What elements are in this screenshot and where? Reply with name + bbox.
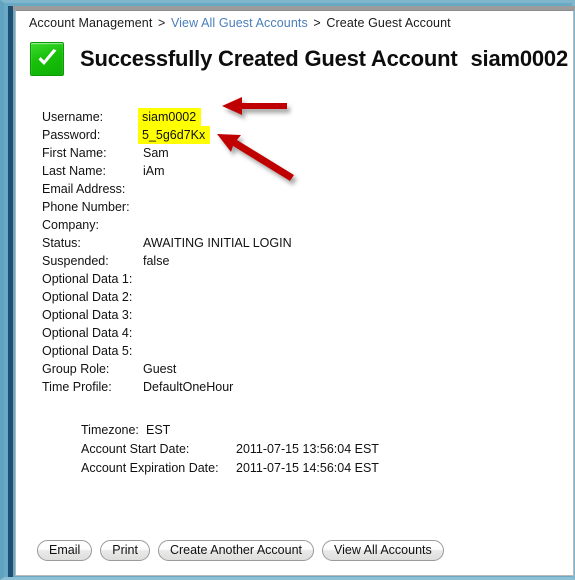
detail-row-optional-data-4: Optional Data 4: [42, 324, 292, 342]
page-title-account-name: siam0002 [470, 46, 569, 71]
detail-value-optional-data-2 [142, 288, 143, 306]
detail-label: Username: [42, 110, 104, 124]
detail-label: Optional Data 3: [42, 308, 133, 322]
green-check-success-icon [30, 42, 64, 76]
detail-label: Optional Data 4: [42, 326, 133, 340]
detail-row-first-name: First Name: Sam [42, 144, 292, 162]
detail-label: Optional Data 5: [42, 344, 133, 358]
detail-value-time-profile: DefaultOneHour [143, 380, 234, 394]
detail-value-first-name: Sam [143, 146, 169, 160]
detail-value-suspended: false [143, 254, 170, 268]
detail-label: Last Name: [42, 164, 106, 178]
detail-row-username: Username: siam0002 [42, 108, 292, 126]
detail-value-group-role: Guest [143, 362, 177, 376]
browser-window-frame: Account Management > View All Guest Acco… [0, 0, 575, 580]
schedule-label: Account Start Date: [81, 442, 190, 456]
detail-label: Email Address: [42, 182, 126, 196]
detail-row-suspended: Suspended: false [42, 252, 292, 270]
page-title-text: Successfully Created Guest Account [80, 46, 458, 71]
detail-row-optional-data-3: Optional Data 3: [42, 306, 292, 324]
detail-row-status: Status: AWAITING INITIAL LOGIN [42, 234, 292, 252]
detail-label: Status: [42, 236, 81, 250]
detail-value-username: siam0002 [138, 108, 202, 126]
detail-value-password: 5_5g6d7Kx [138, 126, 211, 144]
detail-row-password: Password: 5_5g6d7Kx [42, 126, 292, 144]
detail-label: Optional Data 1: [42, 272, 133, 286]
schedule-row-account-expiration-date: Account Expiration Date: 2011-07-15 14:5… [81, 459, 379, 478]
page-header: Successfully Created Guest Account siam00… [30, 42, 568, 76]
detail-label: First Name: [42, 146, 107, 160]
view-all-accounts-button[interactable]: View All Accounts [322, 540, 444, 561]
schedule-row-timezone: Timezone: EST [81, 421, 379, 440]
account-details-list: Username: siam0002 Password: 5_5g6d7Kx F… [42, 108, 292, 396]
detail-value-optional-data-4 [142, 324, 143, 342]
schedule-value-account-expiration-date: 2011-07-15 14:56:04 EST [236, 461, 379, 475]
detail-value-optional-data-3 [142, 306, 143, 324]
detail-row-optional-data-2: Optional Data 2: [42, 288, 292, 306]
detail-row-last-name: Last Name: iAm [42, 162, 292, 180]
create-another-account-button[interactable]: Create Another Account [157, 540, 314, 561]
detail-label: Phone Number: [42, 200, 130, 214]
detail-label: Password: [42, 128, 101, 142]
detail-value-status: AWAITING INITIAL LOGIN [143, 236, 292, 250]
action-button-bar: Email Print Create Another Account View … [37, 540, 444, 561]
detail-row-company: Company: [42, 216, 292, 234]
breadcrumb-item-account-management: Account Management [29, 16, 153, 30]
detail-value-email-address [142, 180, 143, 198]
schedule-label: Account Expiration Date: [81, 461, 219, 475]
schedule-row-account-start-date: Account Start Date: 2011-07-15 13:56:04 … [81, 440, 379, 459]
print-button[interactable]: Print [100, 540, 150, 561]
breadcrumb-item-create-guest-account: Create Guest Account [326, 16, 451, 30]
detail-label: Optional Data 2: [42, 290, 133, 304]
detail-row-time-profile: Time Profile: DefaultOneHour [42, 378, 292, 396]
breadcrumb-link-view-all-guest-accounts[interactable]: View All Guest Accounts [171, 16, 308, 30]
detail-row-optional-data-5: Optional Data 5: [42, 342, 292, 360]
schedule-label: Timezone: [81, 423, 139, 437]
detail-value-last-name: iAm [143, 164, 165, 178]
schedule-value-timezone: EST [146, 423, 171, 437]
detail-row-phone-number: Phone Number: [42, 198, 292, 216]
detail-label: Company: [42, 218, 99, 232]
detail-value-optional-data-1 [142, 270, 143, 288]
detail-label: Suspended: [42, 254, 109, 268]
detail-row-optional-data-1: Optional Data 1: [42, 270, 292, 288]
page-title: Successfully Created Guest Account siam00… [80, 46, 568, 72]
schedule-value-account-start-date: 2011-07-15 13:56:04 EST [236, 442, 379, 456]
detail-label: Group Role: [42, 362, 110, 376]
breadcrumb-separator-2: > [313, 16, 321, 30]
page-content: Account Management > View All Guest Acco… [15, 10, 574, 576]
detail-value-optional-data-5 [142, 342, 143, 360]
window-frame-accent-stripe [8, 6, 13, 577]
account-schedule-list: Timezone: EST Account Start Date: 2011-0… [81, 421, 379, 478]
detail-row-email-address: Email Address: [42, 180, 292, 198]
breadcrumb-separator-1: > [157, 16, 166, 30]
detail-value-company [142, 216, 143, 234]
email-button[interactable]: Email [37, 540, 93, 561]
detail-label: Time Profile: [42, 380, 112, 394]
detail-row-group-role: Group Role: Guest [42, 360, 292, 378]
breadcrumb: Account Management > View All Guest Acco… [29, 16, 451, 30]
detail-value-phone-number [142, 198, 143, 216]
